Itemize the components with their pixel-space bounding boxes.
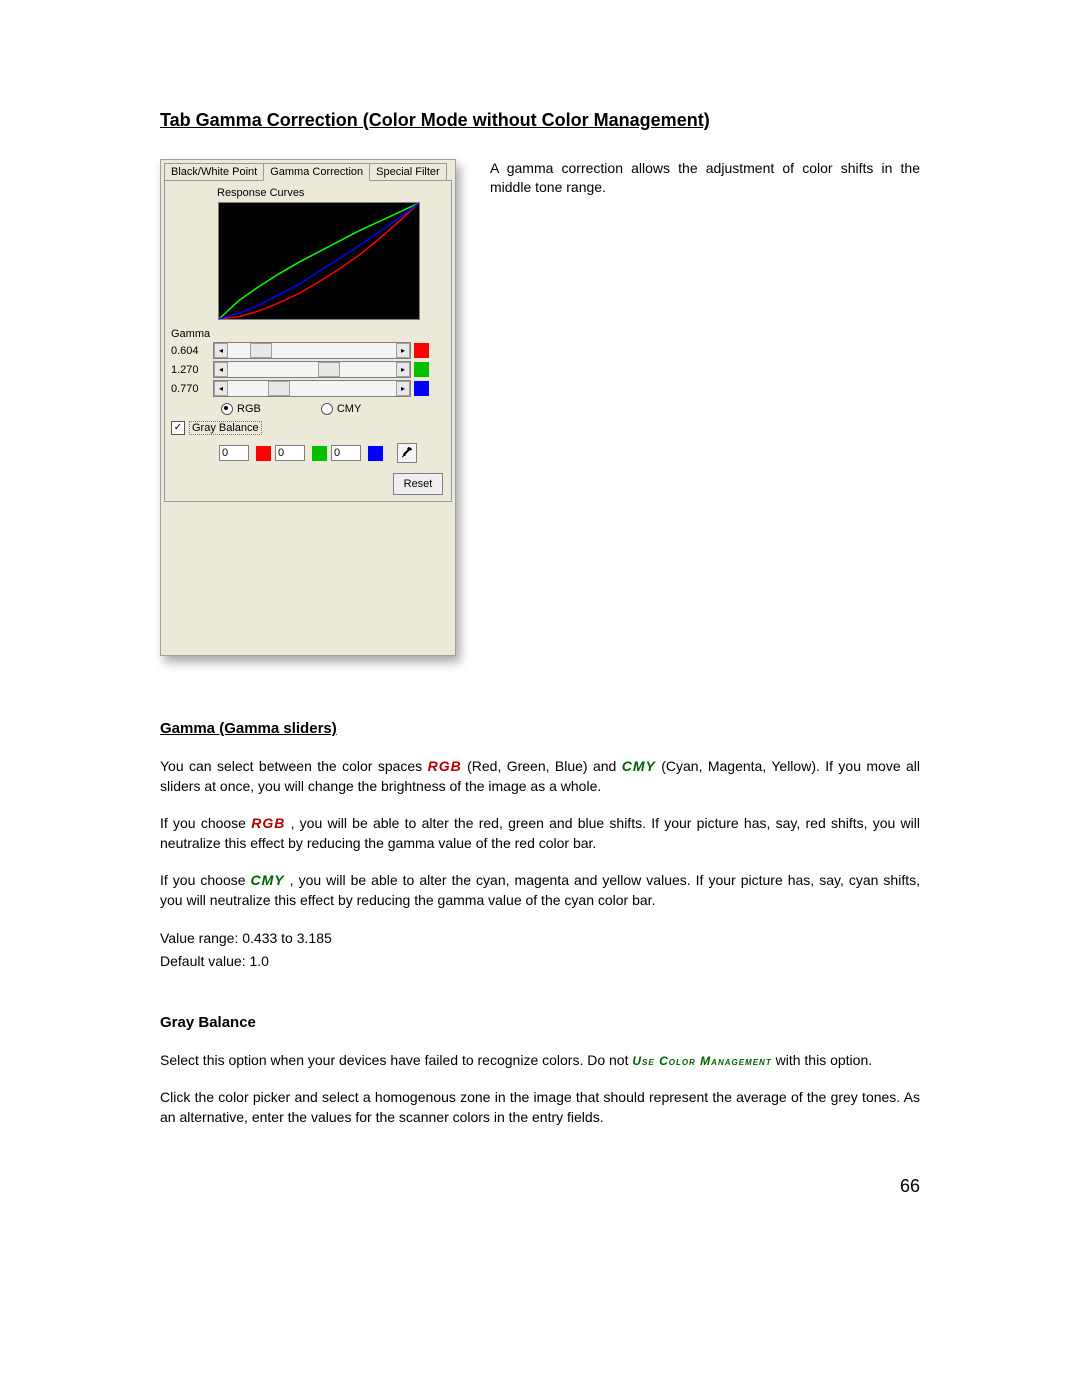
color-space-radios: RGB CMY <box>221 403 445 415</box>
gamma-slider-blue: 0.770 ◂ ▸ <box>171 380 445 397</box>
tab-bw-point[interactable]: Black/White Point <box>164 163 264 181</box>
gamma-value-blue: 0.770 <box>171 383 213 395</box>
gamma-scrollbar-green[interactable]: ◂ ▸ <box>213 361 411 378</box>
radio-icon <box>321 403 333 415</box>
section1-p3: If you choose CMY , you will be able to … <box>160 871 920 910</box>
tab-content: Response Curves Gamma 0.604 ◂ ▸ <box>164 180 452 502</box>
reset-button[interactable]: Reset <box>393 473 443 495</box>
gamma-slider-green: 1.270 ◂ ▸ <box>171 361 445 378</box>
gamma-slider-red: 0.604 ◂ ▸ <box>171 342 445 359</box>
curve-red <box>219 203 419 319</box>
response-curves-label: Response Curves <box>171 181 445 202</box>
arrow-left-icon[interactable]: ◂ <box>214 362 228 377</box>
curves-svg <box>219 203 419 319</box>
text: You can select between the color spaces <box>160 758 428 774</box>
gray-balance-label: Gray Balance <box>189 421 262 435</box>
radio-cmy-label: CMY <box>337 403 361 415</box>
arrow-left-icon[interactable]: ◂ <box>214 381 228 396</box>
curve-green <box>219 203 419 319</box>
gamma-value-green: 1.270 <box>171 364 213 376</box>
tab-gamma-correction[interactable]: Gamma Correction <box>263 163 370 181</box>
slider-thumb[interactable] <box>318 362 340 377</box>
curve-blue <box>219 203 419 319</box>
swatch-green <box>312 446 327 461</box>
intro-text: A gamma correction allows the adjustment… <box>490 159 920 197</box>
gamma-label: Gamma <box>171 328 445 340</box>
swatch-blue <box>368 446 383 461</box>
gamma-scrollbar-red[interactable]: ◂ ▸ <box>213 342 411 359</box>
eyedropper-button[interactable] <box>397 443 417 463</box>
tab-special-filter[interactable]: Special Filter <box>369 163 447 181</box>
text: If you choose <box>160 815 251 831</box>
section1-p1: You can select between the color spaces … <box>160 757 920 796</box>
response-curves-chart <box>218 202 420 320</box>
slider-track[interactable] <box>228 343 396 358</box>
eyedropper-icon <box>401 447 413 459</box>
swatch-blue <box>414 381 429 396</box>
rgb-keyword: RGB <box>428 758 462 774</box>
text: If you choose <box>160 872 251 888</box>
gray-balance-row: ✓ Gray Balance <box>171 421 445 435</box>
slider-thumb[interactable] <box>250 343 272 358</box>
section2-p1: Select this option when your devices hav… <box>160 1051 920 1071</box>
swatch-red <box>256 446 271 461</box>
gray-balance-inputs: 0 0 0 <box>219 443 445 463</box>
section1-p2: If you choose RGB , you will be able to … <box>160 814 920 853</box>
radio-icon <box>221 403 233 415</box>
slider-track[interactable] <box>228 381 396 396</box>
arrow-right-icon[interactable]: ▸ <box>396 343 410 358</box>
text: with this option. <box>776 1052 873 1068</box>
gb-field-green[interactable]: 0 <box>275 445 305 461</box>
arrow-right-icon[interactable]: ▸ <box>396 381 410 396</box>
section-graybalance-heading: Gray Balance <box>160 1014 920 1031</box>
radio-rgb[interactable]: RGB <box>221 403 261 415</box>
cmy-keyword: CMY <box>622 758 656 774</box>
section2-p2: Click the color picker and select a homo… <box>160 1088 920 1127</box>
radio-rgb-label: RGB <box>237 403 261 415</box>
text: Select this option when your devices hav… <box>160 1052 632 1068</box>
section-gamma-heading: Gamma (Gamma sliders) <box>160 720 920 737</box>
gamma-value-red: 0.604 <box>171 345 213 357</box>
tab-bar: Black/White Point Gamma Correction Speci… <box>161 160 455 181</box>
gb-field-red[interactable]: 0 <box>219 445 249 461</box>
swatch-red <box>414 343 429 358</box>
swatch-green <box>414 362 429 377</box>
page-number: 66 <box>900 1176 920 1197</box>
arrow-right-icon[interactable]: ▸ <box>396 362 410 377</box>
use-color-management-keyword: Use Color Management <box>632 1054 771 1068</box>
cmy-keyword: CMY <box>251 872 285 888</box>
page-title: Tab Gamma Correction (Color Mode without… <box>160 110 920 131</box>
arrow-left-icon[interactable]: ◂ <box>214 343 228 358</box>
radio-cmy[interactable]: CMY <box>321 403 361 415</box>
gamma-scrollbar-blue[interactable]: ◂ ▸ <box>213 380 411 397</box>
default-value: Default value: 1.0 <box>160 952 920 972</box>
rgb-keyword: RGB <box>251 815 285 831</box>
text: (Red, Green, Blue) and <box>467 758 622 774</box>
gray-balance-checkbox[interactable]: ✓ <box>171 421 185 435</box>
gamma-panel: Black/White Point Gamma Correction Speci… <box>160 159 456 656</box>
slider-track[interactable] <box>228 362 396 377</box>
slider-thumb[interactable] <box>268 381 290 396</box>
value-range: Value range: 0.433 to 3.185 <box>160 929 920 949</box>
gb-field-blue[interactable]: 0 <box>331 445 361 461</box>
